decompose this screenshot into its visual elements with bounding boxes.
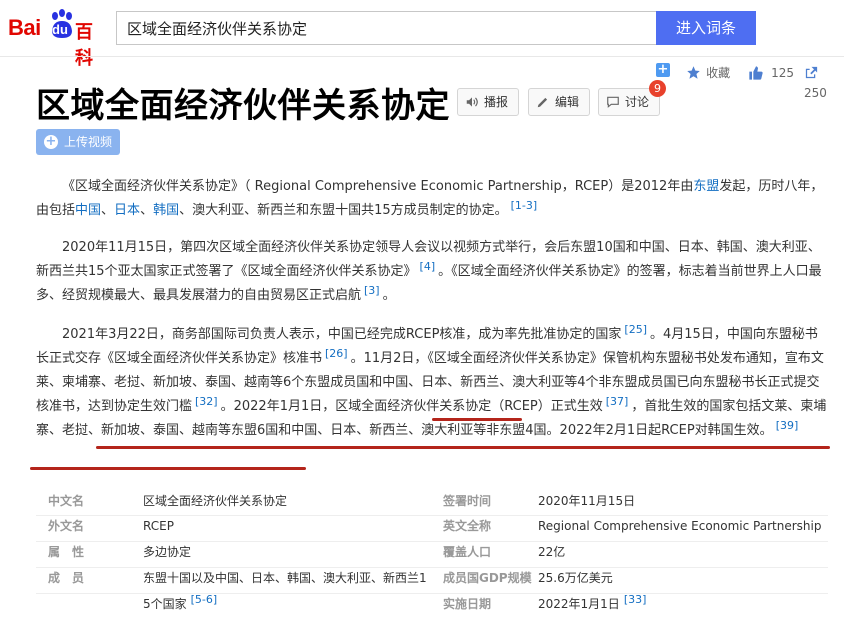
info-label: 签署时间: [443, 494, 492, 508]
annotation-underline: [30, 467, 306, 470]
thumbs-up-icon: [749, 65, 763, 80]
header-divider: [0, 56, 844, 57]
p3-text-1: 2021年3月22日，商务部国际司负责人表示，中国已经完成RCEP核准，成为率先…: [62, 327, 622, 342]
info-value: 区域全面经济伙伴关系协定: [143, 494, 288, 508]
table-row: 属 性 多边协定 覆盖人口 22亿: [36, 542, 828, 568]
add-icon[interactable]: +: [656, 63, 670, 77]
baidu-baike-logo[interactable]: Bai du 百科: [8, 9, 108, 69]
logo-du: du: [52, 22, 68, 37]
broadcast-button[interactable]: 播报: [457, 88, 519, 116]
info-label: 成员国GDP规模: [443, 571, 532, 585]
citation-link[interactable]: [39]: [773, 419, 802, 432]
info-label: 中文名: [48, 494, 85, 508]
search-box[interactable]: [116, 11, 657, 45]
p1-sep: 、: [101, 203, 115, 218]
table-row: 中文名 区域全面经济伙伴关系协定 签署时间 2020年11月15日: [36, 486, 828, 516]
page-title: 区域全面经济伙伴关系协定: [36, 86, 450, 126]
info-label: 属 性: [48, 545, 85, 559]
like-button[interactable]: 125: [748, 62, 794, 82]
info-value-part: 2022年1月1日: [538, 597, 620, 611]
info-value-continued: 5个国家 [5-6]: [143, 594, 217, 614]
info-value: 东盟十国以及中国、日本、韩国、澳大利亚、新西兰1: [143, 571, 427, 585]
info-label: 成 员: [48, 571, 85, 585]
like-count: 125: [771, 66, 794, 80]
table-row: 5个国家 [5-6] 实施日期 2022年1月1日 [33]: [36, 594, 828, 620]
info-value: RCEP: [143, 519, 174, 533]
collect-label: 收藏: [706, 66, 731, 80]
link-korea[interactable]: 韩国: [153, 203, 179, 218]
info-label: 英文全称: [443, 519, 492, 533]
info-value: 22亿: [538, 545, 566, 559]
info-value: Regional Comprehensive Economic Partners…: [538, 519, 822, 533]
edit-button[interactable]: 编辑: [528, 88, 590, 116]
info-label: 外文名: [48, 519, 85, 533]
link-japan[interactable]: 日本: [114, 203, 140, 218]
citation-link[interactable]: [32]: [192, 395, 221, 408]
table-row: 外文名 RCEP 英文全称 Regional Comprehensive Eco…: [36, 516, 828, 542]
search-input[interactable]: [117, 12, 657, 44]
citation-link[interactable]: [3]: [361, 284, 383, 297]
info-value: 2022年1月1日 [33]: [538, 594, 646, 614]
citation-link[interactable]: [37]: [603, 395, 632, 408]
discuss-count-badge: 9: [649, 80, 666, 97]
plus-circle-icon: +: [44, 134, 58, 149]
logo-text: Bai: [8, 15, 41, 40]
collect-button[interactable]: 收藏: [686, 62, 730, 82]
annotation-underline: [432, 418, 522, 421]
paragraph-signing: 2020年11月15日，第四次区域全面经济伙伴关系协定领导人会议以视频方式举行，…: [36, 236, 828, 308]
citation-link[interactable]: [5-6]: [187, 593, 218, 606]
citation-link[interactable]: [25]: [621, 323, 650, 336]
enter-entry-button[interactable]: 进入词条: [656, 11, 756, 45]
logo-baike: 百科: [75, 22, 93, 69]
citation-link[interactable]: [4]: [417, 260, 439, 273]
share-count: 250: [804, 86, 827, 100]
info-value: 多边协定: [143, 545, 192, 559]
table-row: 成 员 东盟十国以及中国、日本、韩国、澳大利亚、新西兰1 成员国GDP规模 25…: [36, 568, 828, 594]
p2-text-3: 。: [382, 288, 396, 303]
upload-label: 上传视频: [64, 135, 113, 149]
share-button[interactable]: 250: [804, 62, 844, 100]
info-label: 实施日期: [443, 597, 492, 611]
info-value: 25.6万亿美元: [538, 571, 613, 585]
citation-link[interactable]: [1-3]: [508, 199, 541, 212]
citation-link[interactable]: [33]: [620, 593, 647, 606]
citation-link[interactable]: [26]: [322, 347, 351, 360]
paragraph-intro: 《区域全面经济伙伴关系协定》（ Regional Comprehensive E…: [36, 175, 828, 223]
info-value-part: 5个国家: [143, 597, 187, 611]
speaker-icon: [466, 97, 478, 107]
pencil-icon: [537, 97, 548, 108]
paragraph-ratification: 2021年3月22日，商务部国际司负责人表示，中国已经完成RCEP核准，成为率先…: [36, 323, 828, 443]
p1-text-1: 《区域全面经济伙伴关系协定》（ Regional Comprehensive E…: [62, 179, 694, 194]
share-icon: [805, 66, 818, 79]
star-icon: [687, 66, 700, 79]
p1-text-3: 、澳大利亚、新西兰和东盟十国共15方成员制定的协定。: [179, 203, 508, 218]
edit-label: 编辑: [555, 95, 580, 109]
link-china[interactable]: 中国: [75, 203, 101, 218]
info-label: 覆盖人口: [443, 545, 492, 559]
upload-video-button[interactable]: + 上传视频: [36, 129, 120, 155]
chat-icon: [607, 96, 619, 108]
p3-text-4: 。2022年1月1日，区域全面经济伙伴关系协定（RCEP）正式生效: [220, 399, 603, 414]
broadcast-label: 播报: [484, 95, 509, 109]
discuss-label: 讨论: [625, 95, 650, 109]
info-value: 2020年11月15日: [538, 494, 636, 508]
top-bar: Bai du 百科 进入词条: [0, 0, 844, 69]
p1-sep: 、: [140, 203, 154, 218]
annotation-underline: [96, 446, 830, 449]
link-asean[interactable]: 东盟: [693, 179, 719, 194]
